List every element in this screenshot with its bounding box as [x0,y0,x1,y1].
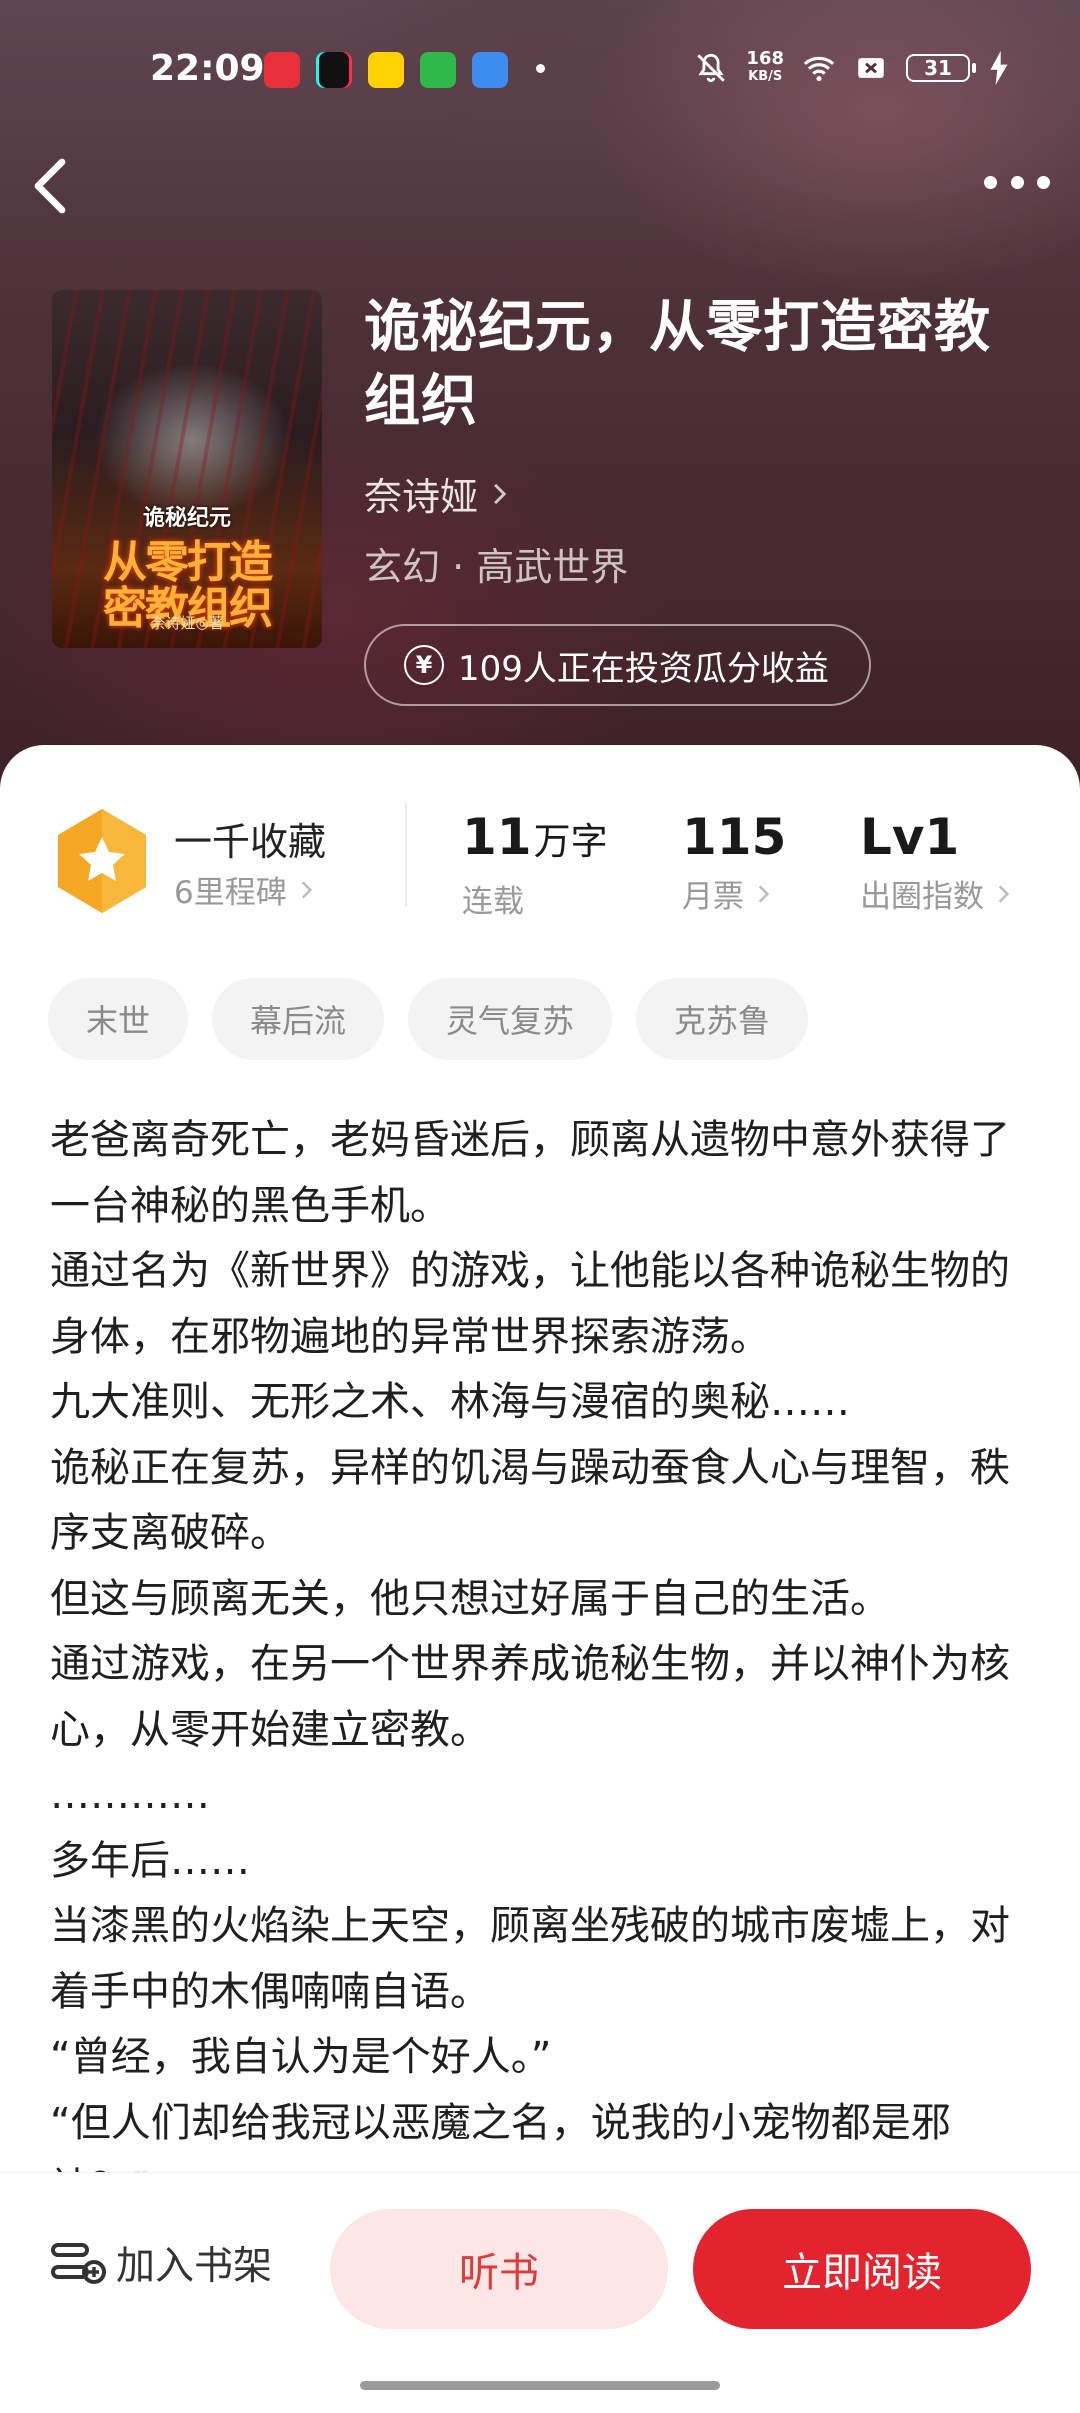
book-genre: 玄幻 · 高武世界 [364,545,629,589]
home-indicator[interactable] [360,2381,720,2390]
invest-button[interactable]: ¥ 109人正在投资瓜分收益 [364,624,871,706]
author-name: 奈诗娅 [364,475,479,519]
tag-chip[interactable]: 幕后流 [212,978,385,1060]
synopsis-paragraph: “但人们却给我冠以恶魔之名，说我的小宠物都是邪神？” [50,2099,951,2173]
synopsis-paragraph: 老爸离奇死亡，老妈昏迷后，顾离从遗物中意外获得了一台神秘的黑色手机。 [50,1117,1010,1229]
synopsis-paragraph: ………… [50,1772,210,1818]
stats-divider [405,803,407,907]
status-right: 168 KB/S 31 [694,50,1010,86]
stats-row: 一千收藏 6里程碑 11万字 连载 115 月票 Lv1 出圈指数 [0,795,1080,935]
status-bar: 22:09 168 KB/S 31 [0,46,1080,94]
chevron-right-icon [998,884,1010,903]
meituan-icon [368,52,404,88]
tag-list: 末世 幕后流 灵气复苏 克苏鲁 [48,978,809,1060]
word-count-unit: 万字 [533,820,608,863]
tag-chip[interactable]: 克苏鲁 [636,978,809,1060]
monthly-ticket-value: 115 [682,808,787,866]
weather-icon [472,52,508,88]
shopping-icon [420,52,456,88]
mute-bell-icon [697,53,726,83]
synopsis-paragraph: 多年后…… [50,1837,250,1884]
back-arrow-icon[interactable] [30,158,70,214]
invest-label: 109人正在投资瓜分收益 [458,648,829,689]
network-speed-unit: KB/S [748,69,783,84]
notification-icons [264,52,508,88]
tag-chip[interactable]: 末世 [48,978,189,1060]
book-synopsis[interactable]: 老爸离奇死亡，老妈昏迷后，顾离从遗物中意外获得了一台神秘的黑色手机。 通过名为《… [50,1108,1040,2172]
add-to-shelf-label: 加入书架 [116,2244,273,2289]
network-speed-value: 168 [746,48,784,69]
charging-icon [990,51,1008,85]
monthly-ticket-label: 月票 [682,879,744,915]
monthly-ticket-stat[interactable]: 115 月票 [682,809,786,916]
add-bookshelf-icon [51,2243,106,2284]
read-now-button[interactable]: 立即阅读 [693,2209,1031,2329]
book-cover[interactable]: 诡秘纪元 从零打造 密教组织 奈诗娅◎著 [52,290,322,648]
listen-button[interactable]: 听书 [330,2209,668,2329]
word-count-stat: 11万字 连载 [462,809,608,921]
xiaohongshu-icon [264,52,300,88]
battery-level: 31 [924,56,952,80]
status-time: 22:09 [150,48,265,89]
synopsis-paragraph: 诡秘正在复苏，异样的饥渴与躁动蚕食人心与理智，秩序支离破碎。 [50,1444,1010,1557]
bottom-action-bar: 加入书架 听书 立即阅读 [0,2172,1080,2413]
synopsis-paragraph: 九大准则、无形之术、林海与漫宿的奥秘…… [50,1379,850,1425]
popularity-index-stat[interactable]: Lv1 出圈指数 [860,809,1014,916]
milestone-label: 6里程碑 [174,875,287,911]
add-to-shelf-button[interactable]: 加入书架 [50,2235,272,2291]
cover-author: 奈诗娅◎著 [150,614,224,632]
synopsis-paragraph: 当漆黑的火焰染上天空，顾离坐残破的城市废墟上，对着手中的木偶喃喃自语。 [50,1903,1010,2015]
synopsis-paragraph: 通过游戏，在另一个世界养成诡秘生物，并以神仆为核心，从零开始建立密教。 [50,1641,1010,1753]
popularity-level-value: Lv1 [860,808,960,866]
more-notifications-dot [536,64,545,73]
author-link[interactable]: 奈诗娅 [364,466,512,521]
milestone-star-badge-icon[interactable] [52,807,152,915]
chevron-right-icon [494,483,507,504]
serial-status-label: 连载 [462,884,524,920]
synopsis-paragraph: “曾经，我自认为是个好人。” [50,2034,552,2080]
book-title: 诡秘纪元，从零打造密教组织 [364,294,991,434]
chevron-right-icon [758,884,770,903]
collect-title: 一千收藏 [174,820,327,864]
synopsis-paragraph: 但这与顾离无关，他只想过好属于自己的生活。 [50,1575,890,1622]
yen-icon: ¥ [404,645,444,685]
tiktok-icon [316,52,352,88]
battery-indicator: 31 [906,54,976,82]
chevron-right-icon [301,880,312,899]
synopsis-paragraph: 通过名为《新世界》的游戏，让他能以各种诡秘生物的身体，在邪物遍地的异常世界探索游… [50,1248,1010,1360]
no-sim-icon [858,58,884,78]
tag-chip[interactable]: 灵气复苏 [408,978,613,1060]
popularity-index-label: 出圈指数 [860,879,984,915]
word-count-value: 11 [462,808,532,866]
wifi-icon [803,56,835,82]
milestone-link[interactable]: 6里程碑 [174,867,317,912]
network-speed: 168 KB/S [746,50,784,86]
more-options-icon[interactable] [984,162,1050,202]
